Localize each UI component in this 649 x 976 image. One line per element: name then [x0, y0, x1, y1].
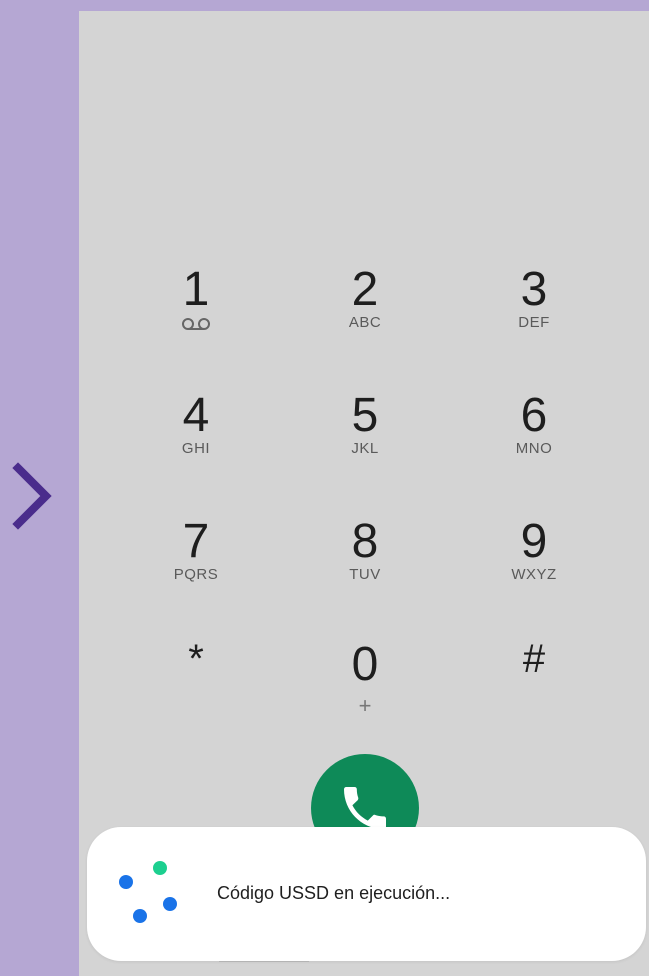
- chevron-right-icon[interactable]: [8, 460, 56, 532]
- key-0[interactable]: 0 +: [305, 641, 425, 741]
- key-digit: 5: [351, 389, 379, 442]
- ussd-running-toast: Código USSD en ejecución...: [87, 827, 646, 961]
- spinner-dot: [163, 897, 177, 911]
- key-letters: MNO: [515, 440, 553, 457]
- key-5[interactable]: 5 JKL: [305, 392, 425, 492]
- key-3[interactable]: 3 DEF: [474, 266, 594, 366]
- key-letters: WXYZ: [511, 566, 557, 583]
- key-letters: JKL: [351, 440, 379, 457]
- key-digit: 6: [520, 389, 548, 442]
- key-digit: 9: [520, 515, 548, 568]
- key-letters: DEF: [518, 314, 550, 331]
- key-star[interactable]: *: [136, 635, 256, 735]
- key-digit: *: [188, 637, 204, 681]
- key-letters: ABC: [348, 314, 382, 331]
- key-letters: PQRS: [173, 566, 219, 583]
- key-digit: 2: [351, 263, 379, 316]
- key-1[interactable]: 1: [136, 266, 256, 366]
- key-4[interactable]: 4 GHI: [136, 392, 256, 492]
- key-digit: 3: [520, 263, 548, 316]
- spinner-dot: [119, 875, 133, 889]
- key-digit: #: [522, 637, 546, 681]
- spinner-dot: [133, 909, 147, 923]
- key-plus: +: [358, 693, 372, 718]
- key-digit: 1: [182, 263, 210, 316]
- key-digit: 0: [351, 638, 379, 691]
- key-letters: GHI: [181, 440, 211, 457]
- key-2[interactable]: 2 ABC: [305, 266, 425, 366]
- spinner-dot: [153, 861, 167, 875]
- key-letters: TUV: [349, 566, 381, 583]
- voicemail-icon: [182, 318, 210, 330]
- loading-dots-icon: [117, 855, 197, 935]
- key-hash[interactable]: #: [474, 635, 594, 735]
- toast-message: Código USSD en ejecución...: [217, 883, 451, 903]
- key-digit: 4: [182, 389, 210, 442]
- key-digit: 7: [182, 515, 210, 568]
- key-8[interactable]: 8 TUV: [305, 518, 425, 618]
- key-6[interactable]: 6 MNO: [474, 392, 594, 492]
- key-7[interactable]: 7 PQRS: [136, 518, 256, 618]
- key-digit: 8: [351, 515, 379, 568]
- key-9[interactable]: 9 WXYZ: [474, 518, 594, 618]
